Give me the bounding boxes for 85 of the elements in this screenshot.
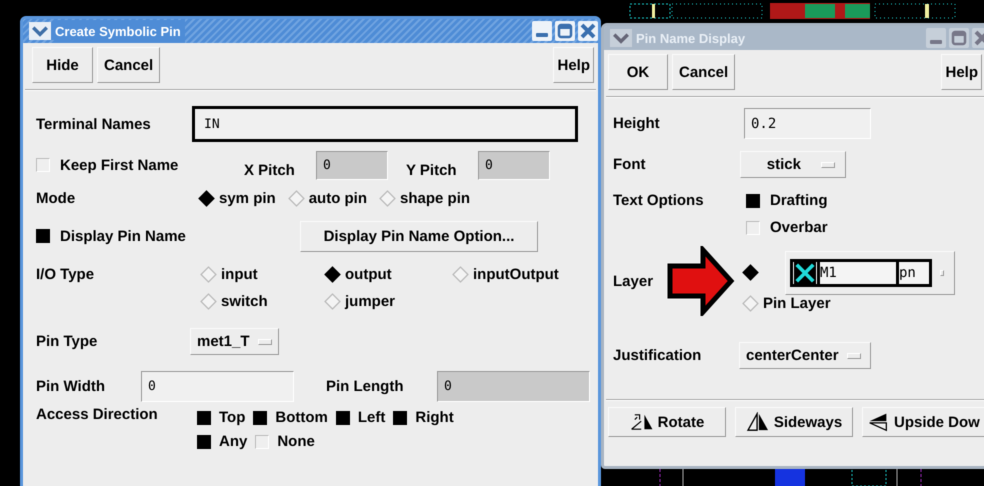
checkbox[interactable] (255, 434, 270, 448)
input-field[interactable]: 0 (141, 371, 294, 402)
dropdown[interactable]: stick (740, 151, 846, 178)
field-label: X Pitch (244, 162, 296, 178)
field-label: Pin Length (326, 378, 404, 395)
maximize-icon[interactable] (555, 21, 575, 41)
radio-button[interactable] (742, 294, 759, 312)
radio-button[interactable] (324, 266, 341, 283)
checkbox-label: Left (358, 409, 386, 426)
field-label: Text Options (613, 192, 705, 209)
checkbox[interactable] (393, 410, 408, 424)
radio-button[interactable] (324, 293, 341, 310)
checkbox-label: Any (219, 433, 248, 450)
help-button[interactable]: Help (941, 54, 982, 90)
field-label: Layer (613, 272, 654, 290)
checkbox[interactable] (746, 194, 760, 208)
dropdown[interactable]: centerCenter (739, 342, 871, 369)
transform-button[interactable]: Sideways (735, 407, 853, 437)
field-label: Terminal Names (36, 116, 152, 132)
radio-label: auto pin (308, 190, 368, 206)
checkbox[interactable] (336, 410, 350, 424)
window-title: Pin Name Display (636, 30, 746, 46)
window-title: Create Symbolic Pin (55, 20, 185, 42)
checkbox-label: Display Pin Name (60, 228, 186, 244)
checkbox-label: Right (415, 409, 454, 426)
radio-label: inputOutput (473, 266, 559, 283)
field-label: Mode (36, 190, 76, 206)
dialog-button[interactable]: Cancel (97, 47, 160, 83)
checkbox-label: None (277, 433, 315, 450)
checkbox[interactable] (36, 229, 50, 243)
maximize-icon[interactable] (949, 28, 969, 48)
checkbox[interactable] (197, 434, 211, 448)
field-label: Font (613, 156, 646, 173)
close-icon[interactable] (578, 21, 598, 41)
checkbox[interactable] (36, 158, 50, 172)
layer-name: M1 (817, 262, 899, 284)
input-field[interactable]: IN (192, 106, 578, 142)
radio-button[interactable] (452, 266, 469, 283)
mirror-icon (746, 412, 770, 432)
layer-purpose: pn (899, 262, 929, 284)
radio-button[interactable] (200, 293, 217, 310)
option-button[interactable]: Display Pin Name Option... (300, 220, 538, 252)
dialog-button[interactable]: OK (608, 54, 668, 90)
radio-button[interactable] (288, 190, 305, 206)
chevron-down-icon[interactable] (610, 29, 632, 47)
checkbox[interactable] (197, 410, 211, 424)
radio-button[interactable] (742, 264, 759, 281)
radio-button[interactable] (198, 190, 215, 206)
radio-button[interactable] (379, 190, 396, 206)
field-label: Pin Type (36, 333, 98, 350)
arrow-icon (667, 246, 735, 316)
rotate-icon (630, 412, 654, 432)
chevron-down-icon[interactable] (29, 22, 51, 40)
checkbox-label: Keep First Name (60, 156, 178, 174)
field-label: Access Direction (36, 406, 159, 423)
radio-button[interactable] (200, 266, 217, 283)
field-label: Pin Width (36, 378, 106, 395)
help-button[interactable]: Help (553, 47, 594, 83)
input-field[interactable]: 0.2 (744, 108, 871, 139)
minimize-icon[interactable] (926, 28, 946, 48)
checkbox-label: Drafting (770, 192, 828, 209)
field-label: Y Pitch (406, 162, 458, 178)
radio-label: Pin Layer (763, 294, 831, 312)
radio-label: switch (221, 293, 268, 310)
dialog-button[interactable]: Cancel (672, 54, 736, 90)
dialog-button[interactable]: Hide (32, 47, 93, 83)
field-label: Justification (613, 347, 702, 364)
checkbox-label: Overbar (770, 219, 828, 236)
minimize-icon[interactable] (532, 21, 552, 41)
radio-label: output (345, 266, 392, 283)
field-label: Height (613, 115, 661, 132)
radio-label: input (221, 266, 258, 283)
layer-dropdown[interactable]: M1 pn (785, 250, 955, 294)
checkbox[interactable] (253, 410, 268, 424)
checkbox-label: Top (219, 409, 246, 426)
radio-label: sym pin (219, 190, 276, 206)
checkbox[interactable] (746, 220, 760, 234)
field-label: I/O Type (36, 266, 96, 283)
radio-label: jumper (345, 293, 396, 310)
layer-swatch-icon (793, 262, 817, 284)
dropdown[interactable]: met1_T (190, 328, 279, 355)
checkbox-label: Bottom (275, 409, 328, 426)
transform-button[interactable]: Upside Dow (862, 407, 984, 437)
radio-label: shape pin (400, 190, 470, 206)
transform-button[interactable]: Rotate (608, 407, 726, 437)
